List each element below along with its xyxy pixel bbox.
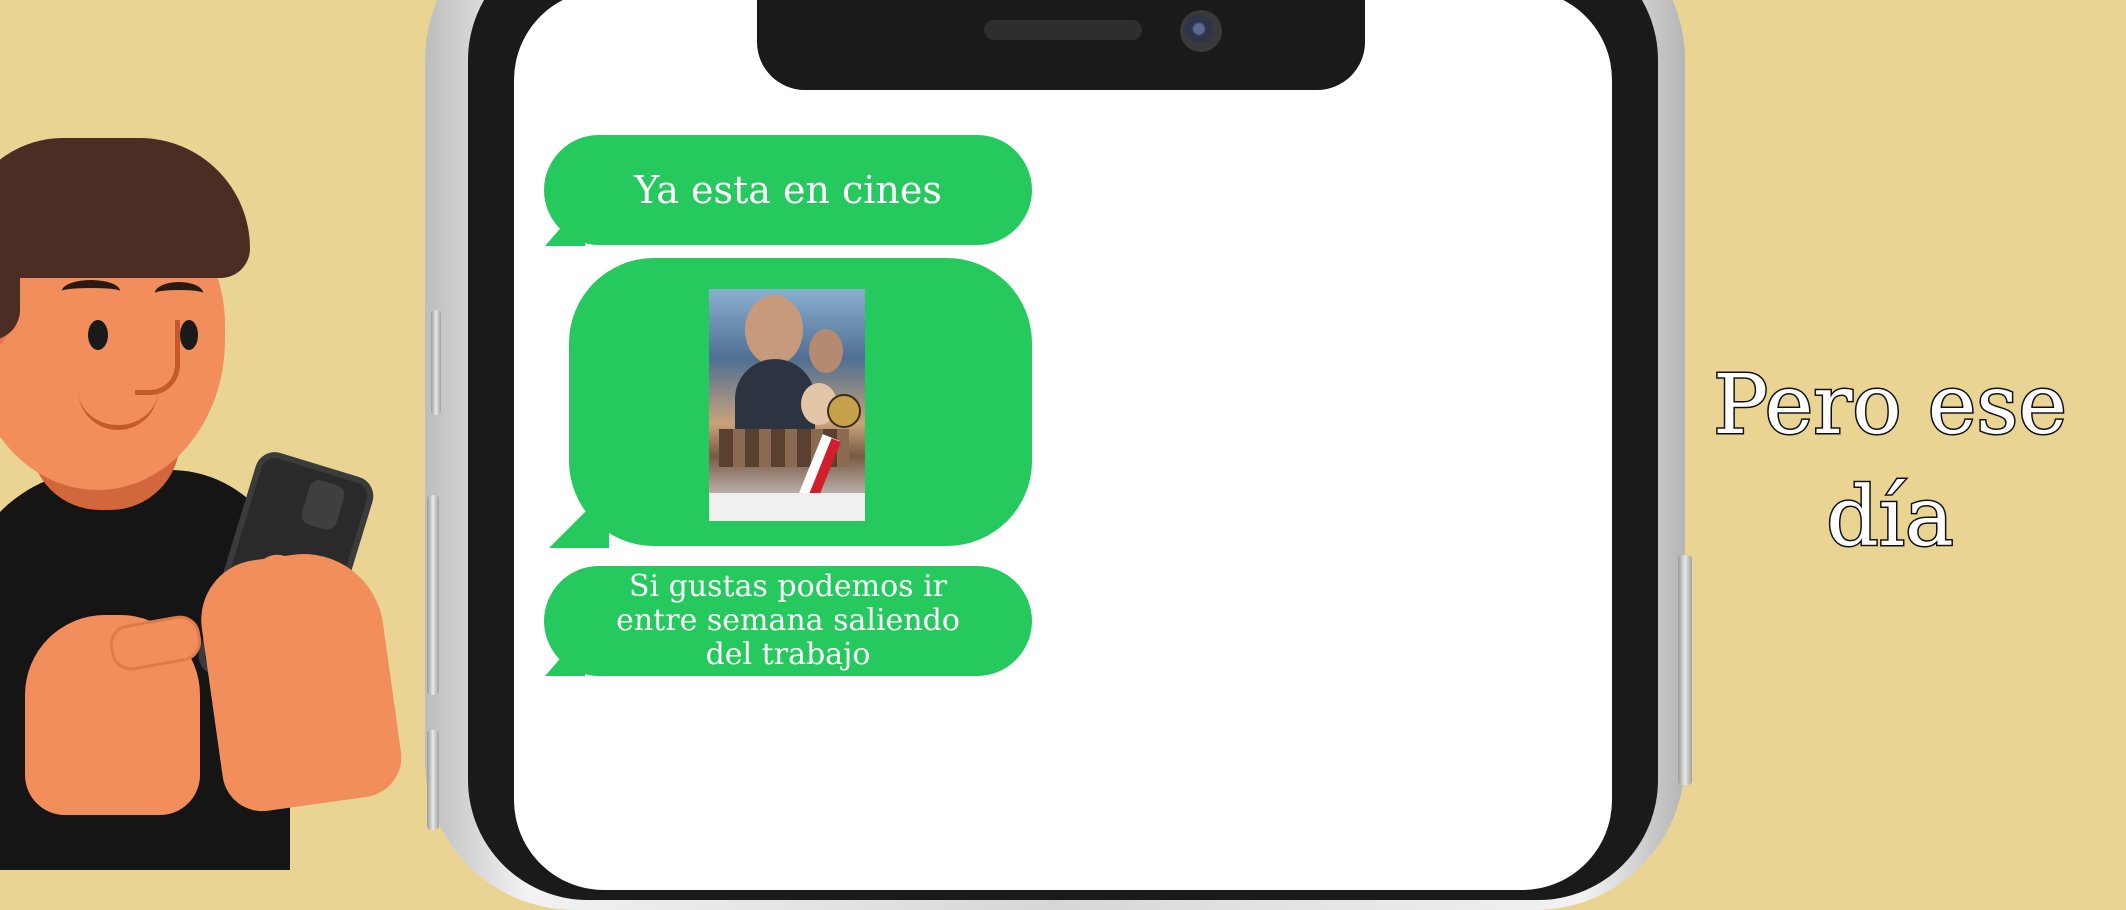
poster-figure	[809, 329, 843, 373]
poster-badge-icon	[827, 394, 861, 428]
message-bubble[interactable]: Ya esta en cines	[544, 135, 1032, 245]
message-text: Si gustas podemos ir entre semana salien…	[616, 569, 960, 672]
camera-icon	[1180, 10, 1222, 52]
message-bubble[interactable]: Si gustas podemos ir entre semana salien…	[544, 566, 1032, 676]
nose	[135, 320, 180, 395]
caption-line: Pero ese	[1712, 357, 2069, 455]
hair	[0, 200, 20, 340]
phone-side-button	[431, 310, 441, 415]
eyebrow	[62, 280, 120, 302]
message-text: Ya esta en cines	[634, 168, 942, 212]
speaker-grille	[984, 20, 1142, 40]
man-illustration	[0, 0, 420, 870]
phone-side-button	[427, 495, 439, 695]
caption-line: día	[1825, 469, 1956, 567]
phone-power-button	[1678, 555, 1692, 785]
movie-poster-image[interactable]	[709, 289, 865, 521]
hair	[0, 138, 250, 278]
eyebrow	[155, 282, 203, 304]
eye	[180, 320, 198, 350]
poster-footer	[709, 493, 865, 521]
phone-side-button	[427, 730, 439, 830]
eye	[88, 320, 108, 350]
phone-notch	[757, 0, 1365, 90]
caption-text: Pero ese día	[1700, 350, 2080, 574]
poster-figure	[745, 295, 803, 365]
